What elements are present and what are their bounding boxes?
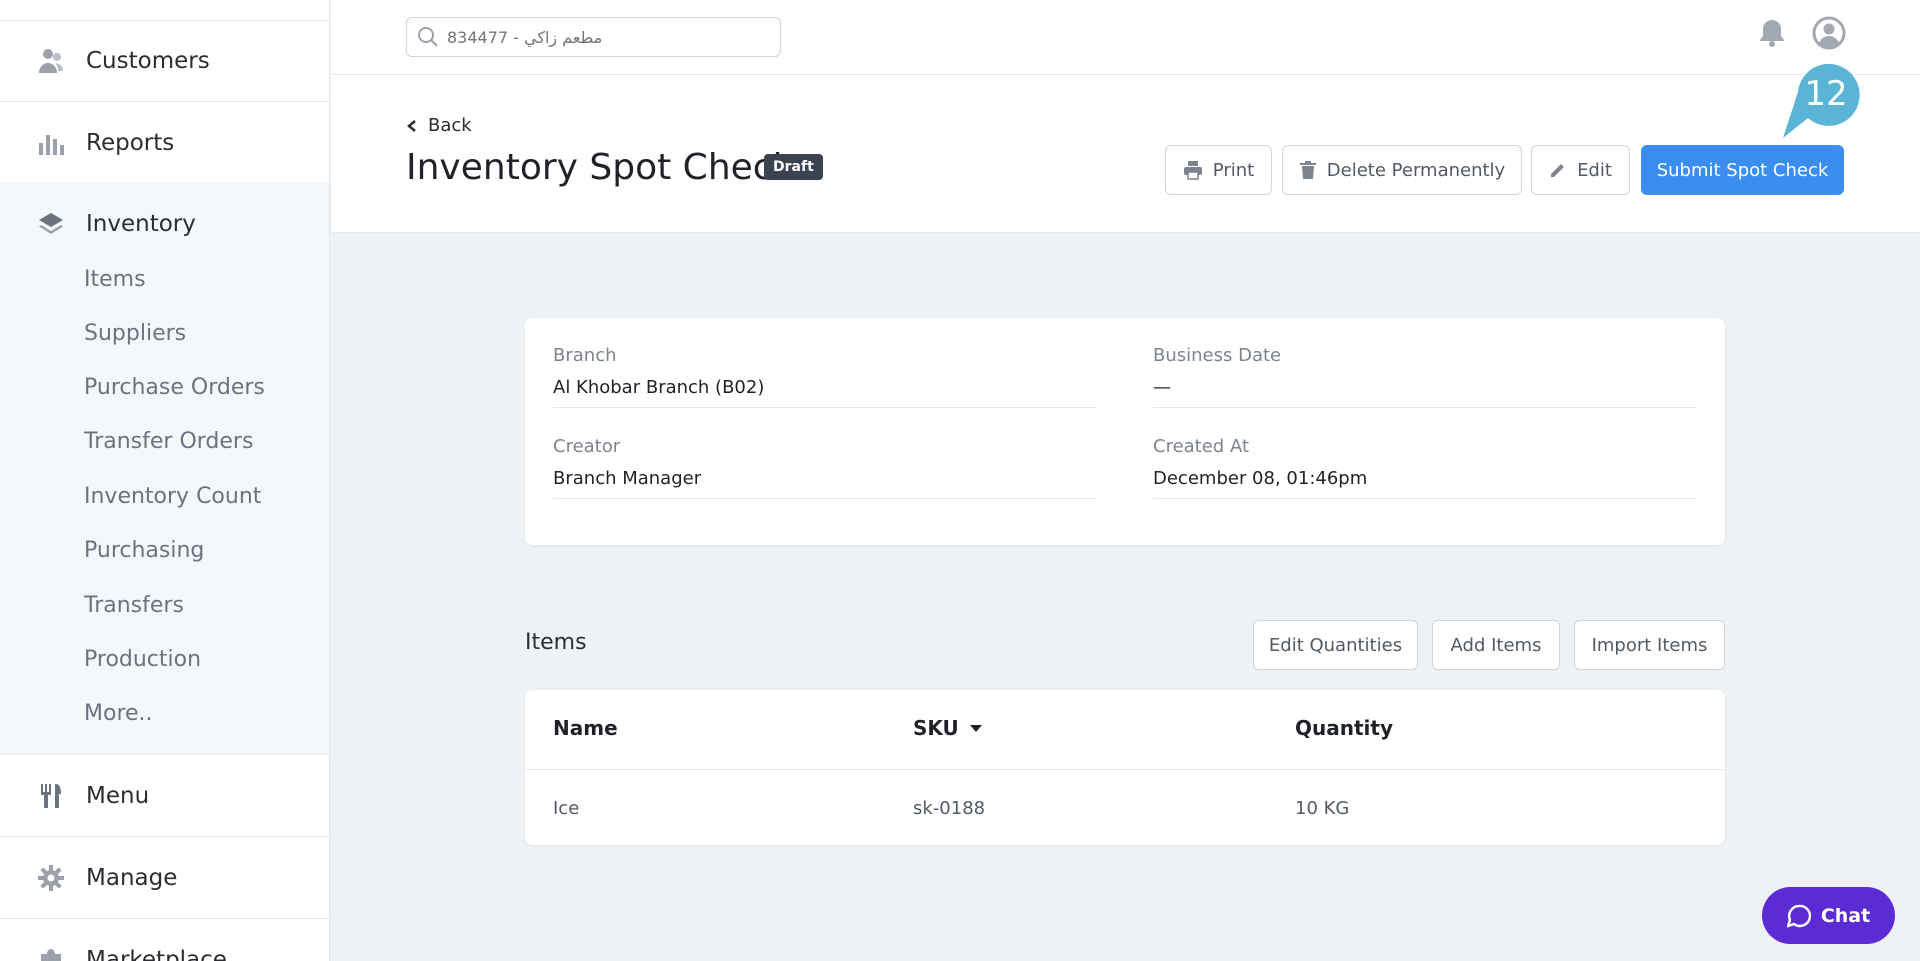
cell-quantity: 10 KG: [1295, 798, 1350, 819]
sidebar-subitem-suppliers[interactable]: Suppliers: [84, 316, 186, 352]
print-button[interactable]: Print: [1165, 145, 1272, 195]
printer-icon: [1183, 161, 1202, 180]
layers-icon: [34, 207, 68, 241]
column-header-quantity[interactable]: Quantity: [1295, 716, 1393, 740]
edit-label: Edit: [1577, 159, 1612, 181]
sidebar-item-label: Customers: [86, 47, 210, 74]
sidebar: Customers Reports Inventory Items Suppli…: [0, 0, 330, 961]
sidebar-item-label: Reports: [86, 129, 175, 156]
sidebar-item-label: Marketplace: [86, 946, 227, 961]
add-items-button[interactable]: Add Items: [1432, 620, 1560, 670]
field-label: Business Date: [1153, 345, 1282, 366]
sidebar-item-reports[interactable]: Reports: [0, 102, 329, 184]
delete-label: Delete Permanently: [1326, 159, 1506, 181]
field-value: Branch Manager: [553, 468, 702, 489]
bar-chart-icon: [34, 126, 68, 160]
edit-button[interactable]: Edit: [1531, 145, 1630, 195]
sidebar-item-label: Manage: [86, 864, 178, 891]
sidebar-subitem-items[interactable]: Items: [84, 262, 146, 298]
sidebar-subitem-transfers[interactable]: Transfers: [84, 588, 184, 624]
field-label: Created At: [1153, 436, 1250, 457]
print-label: Print: [1212, 159, 1255, 181]
sidebar-subitem-transfer-orders[interactable]: Transfer Orders: [84, 424, 253, 460]
branch-field: Branch Al Khobar Branch (B02): [553, 318, 1097, 408]
bell-icon[interactable]: [1756, 17, 1788, 49]
delete-permanently-button[interactable]: Delete Permanently: [1282, 145, 1522, 195]
sidebar-subitem-purchase-orders[interactable]: Purchase Orders: [84, 370, 265, 406]
pencil-icon: [1551, 164, 1565, 177]
sidebar-item-menu[interactable]: Menu: [0, 755, 329, 837]
column-header-label: SKU: [913, 716, 959, 740]
field-value: —: [1153, 377, 1171, 398]
creator-field: Creator Branch Manager: [553, 409, 1097, 499]
sidebar-item-marketplace[interactable]: Marketplace: [0, 919, 329, 961]
edit-quantities-button[interactable]: Edit Quantities: [1253, 620, 1418, 670]
chat-label: Chat: [1820, 904, 1871, 927]
submit-label: Submit Spot Check: [1656, 159, 1829, 181]
gear-icon: [34, 861, 68, 895]
search-box[interactable]: [406, 17, 781, 57]
user-avatar-icon[interactable]: [1812, 16, 1846, 50]
field-label: Branch: [553, 345, 617, 366]
chat-button[interactable]: Chat: [1762, 887, 1895, 944]
sidebar-item-label: Inventory: [86, 211, 196, 237]
back-label: Back: [428, 115, 472, 136]
page-title: Inventory Spot Check: [406, 147, 794, 188]
step-marker: 12: [1780, 62, 1860, 142]
column-header-label: Name: [553, 716, 618, 740]
sort-down-icon: [969, 725, 982, 732]
sidebar-subitem-more[interactable]: More..: [84, 696, 153, 732]
sidebar-subitem-inventory-count[interactable]: Inventory Count: [84, 479, 261, 515]
sidebar-subitem-purchasing[interactable]: Purchasing: [84, 533, 204, 569]
cell-name: Ice: [553, 798, 580, 819]
created-at-field: Created At December 08, 01:46pm: [1153, 409, 1697, 499]
inventory-section: Inventory Items Suppliers Purchase Order…: [0, 183, 329, 755]
sidebar-item-customers[interactable]: Customers: [0, 20, 329, 102]
import-items-button[interactable]: Import Items: [1574, 620, 1725, 670]
details-card: Branch Al Khobar Branch (B02) Business D…: [525, 318, 1725, 545]
items-table: Name SKU Quantity Ice sk-0188 10 KG: [525, 690, 1725, 845]
fork-knife-icon: [34, 779, 68, 813]
status-badge: Draft: [764, 154, 823, 180]
field-value: December 08, 01:46pm: [1153, 468, 1368, 489]
column-header-sku[interactable]: SKU: [913, 716, 983, 740]
submit-spot-check-button[interactable]: Submit Spot Check: [1641, 145, 1844, 195]
sidebar-item-manage[interactable]: Manage: [0, 837, 329, 919]
search-input[interactable]: [447, 27, 767, 47]
cell-sku: sk-0188: [913, 798, 986, 819]
chevron-left-icon: [407, 119, 416, 132]
chat-bubble-icon: [1786, 904, 1811, 928]
top-bar: [331, 0, 1920, 75]
sidebar-subitem-production[interactable]: Production: [84, 642, 201, 678]
field-label: Creator: [553, 436, 621, 457]
puzzle-icon: [34, 943, 68, 961]
search-icon: [418, 27, 438, 47]
column-header-label: Quantity: [1295, 716, 1393, 740]
page-header: Back Inventory Spot Check Draft Print De…: [331, 75, 1920, 233]
sidebar-item-inventory[interactable]: Inventory: [0, 183, 329, 265]
step-number: 12: [1804, 74, 1847, 114]
trash-icon: [1299, 161, 1316, 179]
table-row[interactable]: Ice sk-0188 10 KG: [525, 769, 1725, 845]
sidebar-item-label: Menu: [86, 782, 150, 809]
field-value: Al Khobar Branch (B02): [553, 377, 765, 398]
column-header-name[interactable]: Name: [553, 716, 618, 740]
back-link[interactable]: Back: [406, 115, 472, 136]
business-date-field: Business Date —: [1153, 318, 1697, 408]
customers-icon: [34, 44, 68, 78]
items-title: Items: [525, 630, 587, 655]
